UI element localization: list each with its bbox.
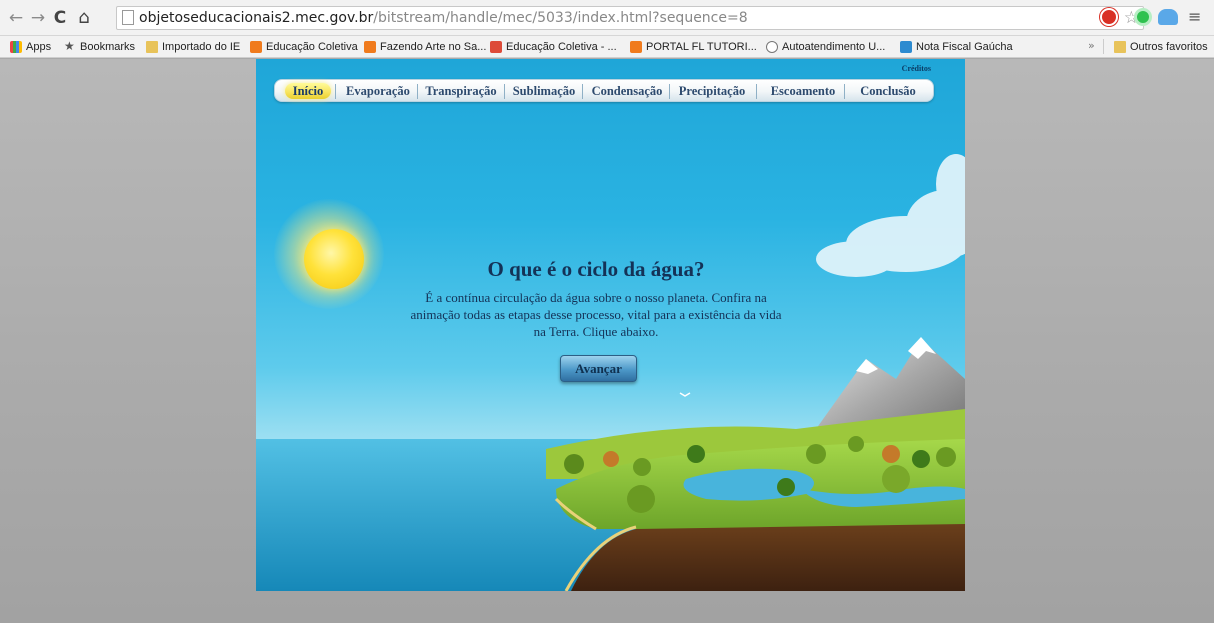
blogger-icon — [364, 41, 376, 53]
folder-icon — [146, 41, 158, 53]
bookmark-autoatendimento[interactable]: Autoatendimento U... — [766, 40, 885, 54]
gplus-icon — [490, 41, 502, 53]
bookmark-label: Bookmarks — [80, 41, 136, 53]
bookmark-educacao-coletiva-gplus[interactable]: Educação Coletiva - ... — [490, 40, 617, 54]
divider — [335, 84, 336, 99]
divider — [504, 84, 505, 99]
nfg-icon — [900, 41, 912, 53]
back-icon[interactable]: ← — [6, 8, 26, 28]
advance-button[interactable]: Avançar — [560, 355, 637, 382]
bookmark-importado[interactable]: Importado do IE — [146, 40, 240, 54]
sun-icon — [304, 229, 364, 289]
bookmark-label: Outros favoritos — [1130, 41, 1208, 53]
blogger-icon — [250, 41, 262, 53]
url-path: /bitstream/handle/mec/5033/index.html?se… — [373, 10, 748, 26]
bookmark-educacao-coletiva[interactable]: Educação Coletiva — [250, 40, 358, 54]
blogger-icon — [630, 41, 642, 53]
intro-text: É a contínua circulação da água sobre o … — [410, 290, 782, 339]
folder-icon — [1114, 41, 1126, 53]
divider — [669, 84, 670, 99]
browser-toolbar: ← → C ⌂ objetoseducacionais2.mec.gov.br/… — [0, 0, 1214, 36]
bookmark-label: Educação Coletiva - ... — [506, 41, 617, 53]
tab-inicio[interactable]: Início — [285, 83, 331, 99]
address-bar[interactable]: objetoseducacionais2.mec.gov.br/bitstrea… — [116, 6, 1144, 30]
tab-transpiracao[interactable]: Transpiração — [420, 83, 502, 99]
bookmark-apps[interactable]: Apps — [10, 40, 51, 54]
bookmark-label: PORTAL FL TUTORI... — [646, 41, 757, 53]
bookmark-label: Autoatendimento U... — [782, 41, 886, 53]
apps-icon — [10, 41, 22, 53]
divider — [582, 84, 583, 99]
bookmark-label: Apps — [26, 41, 52, 53]
forward-icon[interactable]: → — [28, 8, 48, 28]
tab-precipitacao[interactable]: Precipitação — [672, 83, 752, 99]
credits-link[interactable]: Créditos — [902, 64, 931, 73]
bookmark-bookmarks[interactable]: ★ Bookmarks — [64, 39, 136, 54]
tab-escoamento[interactable]: Escoamento — [763, 83, 843, 99]
gear-icon — [766, 41, 778, 53]
bookmark-portal-fl[interactable]: PORTAL FL TUTORI... — [630, 40, 757, 54]
bookmark-label: Importado do IE — [162, 41, 241, 53]
bookmark-label: Nota Fiscal Gaúcha — [916, 41, 1013, 53]
divider — [756, 84, 757, 99]
divider — [417, 84, 418, 99]
divider — [844, 84, 845, 99]
divider — [1103, 39, 1104, 54]
cloud-shapes — [816, 154, 965, 277]
bookmarks-bar: Apps ★ Bookmarks Importado do IE Educação… — [0, 36, 1214, 58]
tab-condensacao[interactable]: Condensação — [585, 83, 669, 99]
tab-sublimacao[interactable]: Sublimação — [507, 83, 581, 99]
bookmark-label: Fazendo Arte no Sa... — [380, 41, 487, 53]
water-cycle-stage: Créditos Início Evaporação Transpiração … — [256, 59, 965, 591]
menu-icon[interactable]: ≡ — [1188, 7, 1201, 26]
extension-red-icon[interactable] — [1100, 8, 1118, 26]
home-icon[interactable]: ⌂ — [74, 8, 94, 28]
reload-icon[interactable]: C — [50, 8, 70, 28]
extension-green-icon[interactable] — [1134, 8, 1152, 26]
bookmarks-overflow-icon[interactable]: » — [1088, 39, 1095, 52]
bookmark-nota-fiscal[interactable]: Nota Fiscal Gaúcha — [900, 40, 1013, 54]
bookmark-fazendo-arte[interactable]: Fazendo Arte no Sa... — [364, 40, 486, 54]
url-host: objetoseducacionais2.mec.gov.br — [139, 10, 374, 26]
tab-conclusao[interactable]: Conclusão — [850, 83, 926, 99]
url-text[interactable]: objetoseducacionais2.mec.gov.br/bitstrea… — [139, 10, 748, 26]
stage-menu-bar: Início Evaporação Transpiração Sublimaçã… — [274, 79, 934, 102]
page-title: O que é o ciclo da água? — [487, 257, 705, 281]
bookmark-label: Educação Coletiva — [266, 41, 358, 53]
page-icon — [122, 10, 134, 25]
star-icon: ★ — [64, 39, 75, 53]
cloud-icon[interactable] — [1158, 9, 1178, 25]
tab-evaporacao[interactable]: Evaporação — [341, 83, 415, 99]
bookmark-outros-favoritos[interactable]: Outros favoritos — [1114, 40, 1208, 54]
